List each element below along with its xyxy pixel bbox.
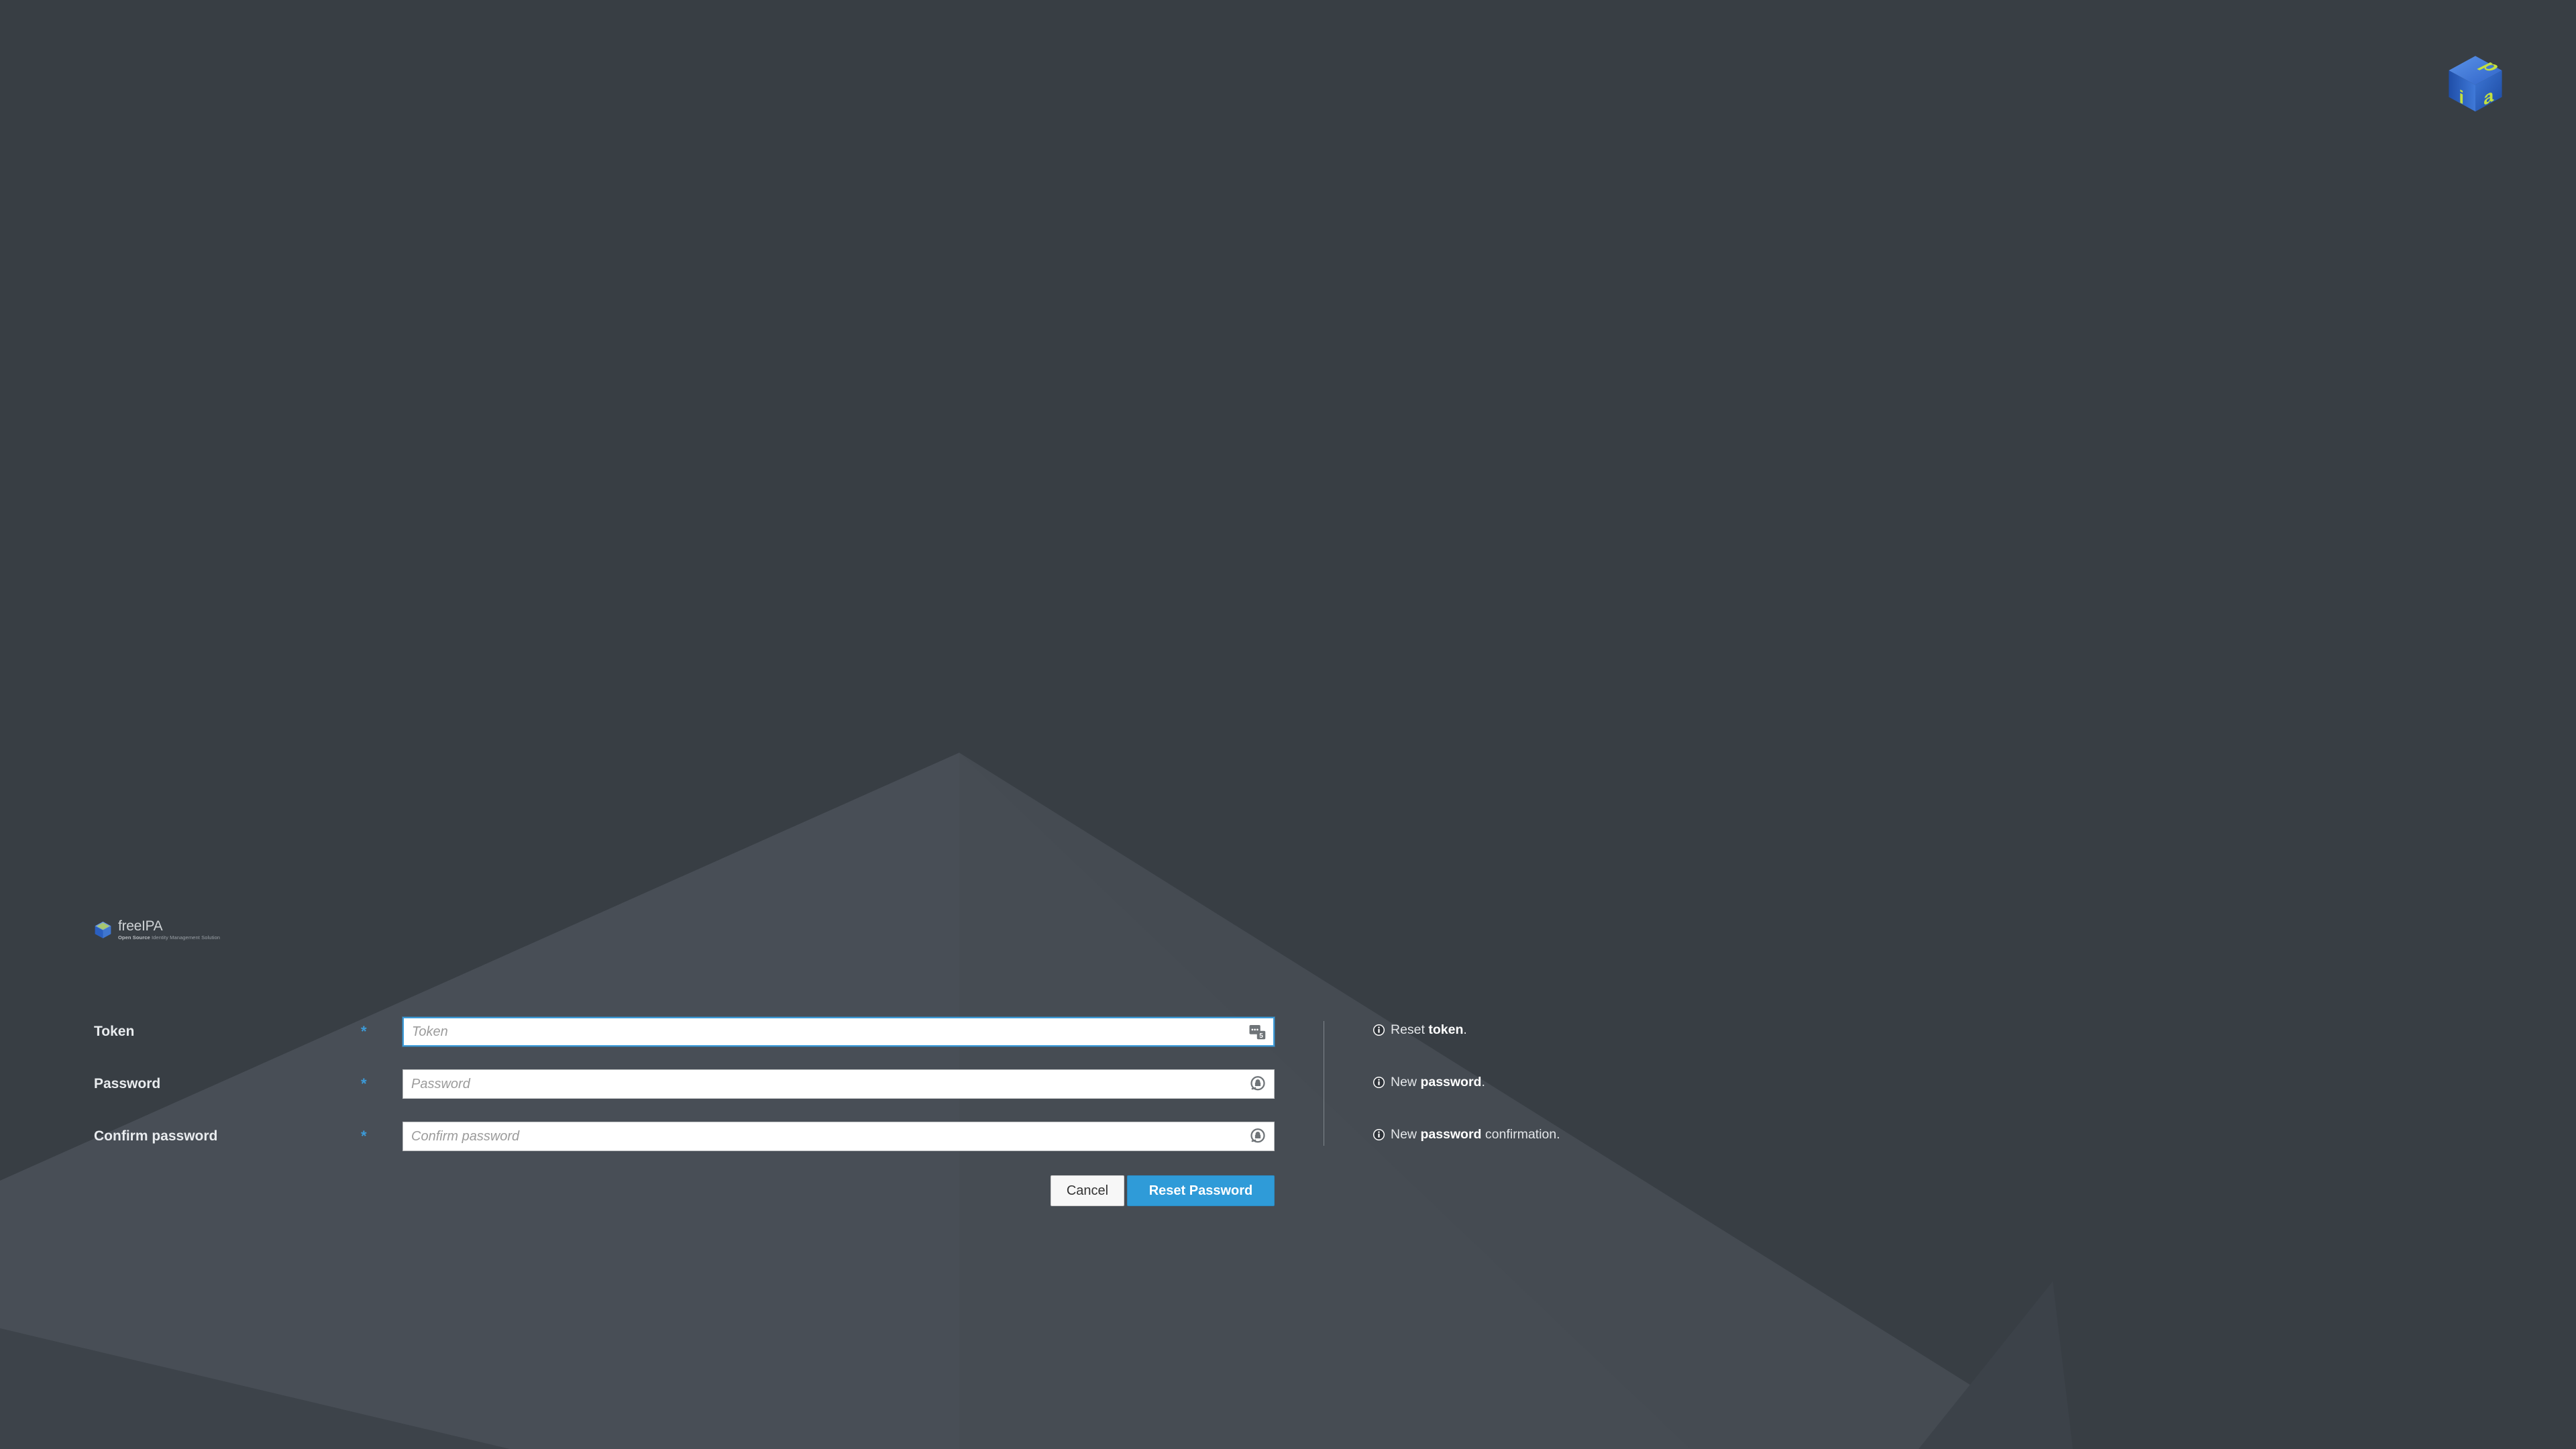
field-hints-list: Reset token. New password. New password … xyxy=(1373,1013,2110,1170)
confirm-password-input-wrap xyxy=(402,1122,1275,1151)
hint-confirm-password-text: New password confirmation. xyxy=(1391,1127,1560,1142)
confirm-password-input[interactable] xyxy=(402,1122,1275,1151)
freeipa-brand: freeIPA Open Source Identity Management … xyxy=(94,919,220,941)
freeipa-brand-name: freeIPA xyxy=(118,918,163,934)
hint-token: Reset token. xyxy=(1373,1013,2110,1065)
info-circle-glyph xyxy=(1373,1076,1385,1089)
password-key-icon[interactable] xyxy=(1248,1074,1268,1094)
hint-token-bold: token xyxy=(1428,1022,1464,1037)
confirm-password-required-marker: * xyxy=(361,1128,367,1144)
token-input[interactable] xyxy=(402,1017,1275,1046)
form-row-password: Password * xyxy=(0,1065,2576,1118)
background-pyramid-shape xyxy=(0,0,2576,1449)
password-input[interactable] xyxy=(402,1069,1275,1099)
hint-confirm-bold: password xyxy=(1420,1127,1482,1142)
svg-text:i: i xyxy=(2459,87,2464,109)
token-label: Token xyxy=(94,1024,135,1039)
info-circle-icon xyxy=(1373,1128,1385,1141)
password-key-glyph xyxy=(1250,1076,1265,1091)
hint-confirm-password: New password confirmation. xyxy=(1373,1118,2110,1170)
hint-token-text: Reset token. xyxy=(1391,1022,1467,1037)
password-key-icon[interactable] xyxy=(1248,1126,1268,1146)
form-row-confirm-password: Confirm password * xyxy=(0,1118,2576,1170)
freeipa-brand-text: freeIPA Open Source Identity Management … xyxy=(118,919,220,941)
hint-confirm-suffix: confirmation. xyxy=(1481,1127,1560,1142)
reset-password-screen: p i a freeIPA Open Source Identity Manag… xyxy=(0,0,2576,1449)
form-row-token: Token * 5 xyxy=(0,1013,2576,1065)
freeipa-cube-icon xyxy=(95,921,111,938)
reset-password-button[interactable]: Reset Password xyxy=(1127,1175,1275,1206)
hint-password-suffix: . xyxy=(1481,1075,1485,1089)
password-required-marker: * xyxy=(361,1075,367,1092)
info-circle-icon xyxy=(1373,1024,1385,1036)
hint-confirm-prefix: New xyxy=(1391,1127,1421,1142)
hint-password: New password. xyxy=(1373,1065,2110,1118)
hint-token-suffix: . xyxy=(1463,1022,1467,1037)
cancel-button[interactable]: Cancel xyxy=(1051,1175,1124,1206)
svg-text:5: 5 xyxy=(1259,1032,1263,1040)
info-circle-icon xyxy=(1373,1076,1385,1089)
freeipa-brand-tagline: Open Source Identity Management Solution xyxy=(118,935,220,941)
token-required-marker: * xyxy=(361,1023,367,1040)
password-label: Password xyxy=(94,1076,161,1091)
info-circle-glyph xyxy=(1373,1128,1385,1141)
confirm-password-label: Confirm password xyxy=(94,1128,218,1144)
form-actions: Cancel Reset Password xyxy=(402,1175,1275,1206)
token-input-wrap: 5 xyxy=(402,1017,1275,1046)
background-watermark xyxy=(0,0,2576,1449)
ipa-cube-glyph: p i a xyxy=(2449,56,2506,112)
hint-password-bold: password xyxy=(1420,1075,1482,1089)
hint-password-prefix: New xyxy=(1391,1075,1421,1089)
ipa-cube-icon: p i a xyxy=(2445,52,2506,114)
freeipa-tagline-bold: Open Source xyxy=(118,934,150,941)
autofill-card-glyph: 5 xyxy=(1249,1025,1266,1040)
info-circle-glyph xyxy=(1373,1024,1385,1036)
password-input-wrap xyxy=(402,1069,1275,1099)
hint-password-text: New password. xyxy=(1391,1075,1485,1089)
autofill-card-icon[interactable]: 5 xyxy=(1248,1022,1268,1042)
password-key-glyph xyxy=(1250,1128,1265,1143)
reset-password-form: Token * 5 Password * xyxy=(0,1013,2576,1170)
freeipa-tagline-rest: Identity Management Solution xyxy=(150,934,220,941)
hint-token-prefix: Reset xyxy=(1391,1022,1429,1037)
